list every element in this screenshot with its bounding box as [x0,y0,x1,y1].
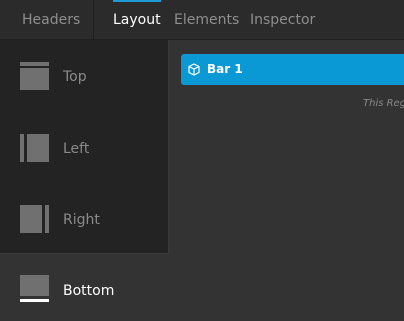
cube-icon [188,63,200,76]
tab-layout[interactable]: Layout [113,0,161,40]
tab-inspector[interactable]: Inspector [250,0,315,40]
dock-left-icon [20,134,49,162]
bar-list-item[interactable]: Bar 1 [181,54,404,85]
dock-item-label: Bottom [63,283,115,299]
layout-content: Bar 1 This Reg [170,41,404,321]
tab-elements[interactable]: Elements [174,0,239,40]
dock-item-right[interactable]: Right [0,182,168,253]
tab-headers[interactable]: Headers [22,0,80,40]
dock-item-label: Right [63,212,100,228]
dock-item-top[interactable]: Top [0,40,168,111]
bar-label: Bar 1 [207,62,243,76]
region-hint-text: This Reg [363,98,404,109]
dock-right-icon [20,205,49,233]
tab-divider [93,0,94,40]
dock-position-panel: Top Left Right [0,40,169,254]
dock-item-label: Left [63,141,90,157]
dock-item-label: Top [63,69,87,85]
dock-item-bottom[interactable]: Bottom [0,255,169,321]
dock-top-icon [20,62,49,90]
dock-item-left[interactable]: Left [0,111,168,182]
tab-bar: Headers Layout Elements Inspector [0,0,404,40]
dock-bottom-icon [20,275,49,303]
